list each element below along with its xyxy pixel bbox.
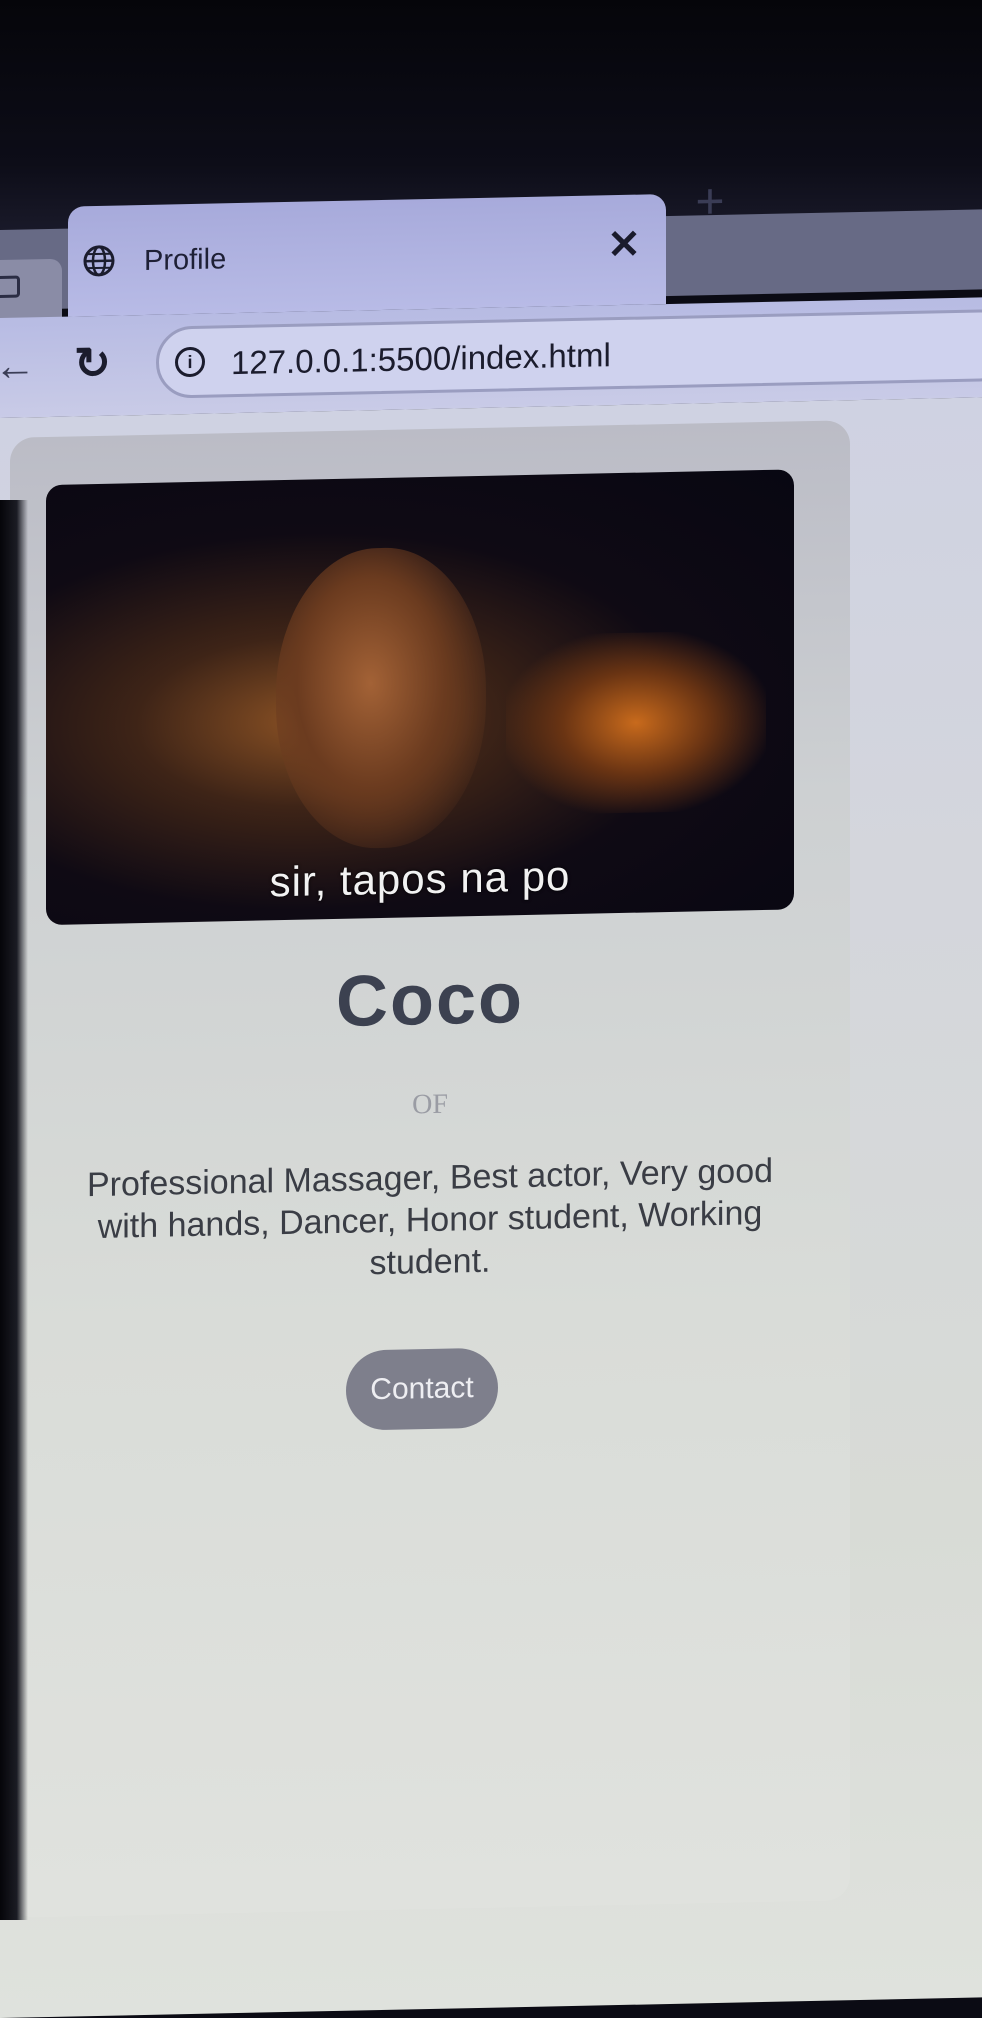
url-text[interactable]: 127.0.0.1:5500/index.html — [231, 336, 611, 382]
photo-background-light — [506, 630, 766, 815]
tab-actions-menu[interactable] — [0, 259, 62, 320]
tab-title: Profile — [144, 243, 226, 278]
tab-profile[interactable]: Profile ✕ — [68, 194, 666, 317]
profile-name: Coco — [10, 950, 850, 1050]
close-tab-icon[interactable]: ✕ — [604, 225, 644, 266]
page-viewport: sir, tapos na po Coco OF Professional Ma… — [0, 397, 982, 2018]
photo-caption: sir, tapos na po — [46, 847, 794, 911]
profile-bio: Professional Massager, Best actor, Very … — [60, 1149, 800, 1291]
profile-card: sir, tapos na po Coco OF Professional Ma… — [10, 420, 850, 1918]
globe-icon — [82, 244, 116, 279]
back-arrow-icon[interactable]: ← — [0, 345, 34, 386]
new-tab-icon[interactable]: + — [688, 181, 732, 226]
profile-subtitle: OF — [10, 1080, 850, 1130]
photo-face — [276, 546, 486, 850]
contact-button[interactable]: Contact — [346, 1348, 498, 1431]
profile-photo: sir, tapos na po — [46, 469, 794, 925]
reload-icon[interactable]: ↻ — [74, 342, 118, 387]
site-info-icon[interactable]: i — [175, 347, 205, 378]
address-field[interactable]: i 127.0.0.1:5500/index.html — [156, 309, 982, 399]
monitor-bezel-left — [0, 500, 28, 1920]
browser-window: Profile ✕ + ← ↻ i 127.0.0.1:5500/index.h… — [0, 149, 982, 1920]
tab-actions-icon — [0, 276, 20, 299]
